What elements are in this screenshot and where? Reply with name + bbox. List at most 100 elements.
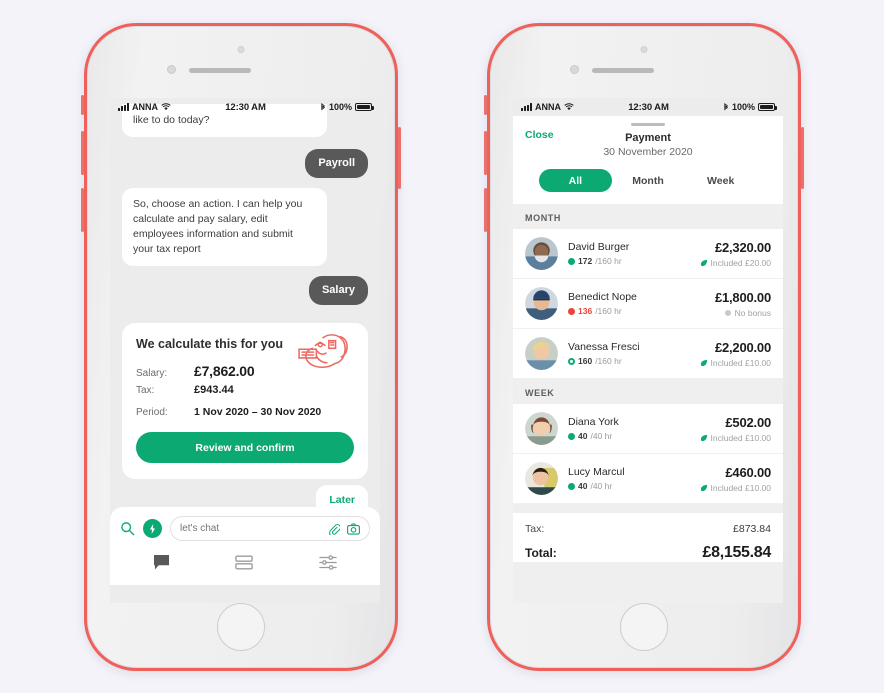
search-icon[interactable] — [120, 521, 135, 536]
status-bar-right: ANNA 12:30 AM 100% — [513, 98, 783, 116]
employee-bonus: Included £20.00 — [700, 257, 772, 268]
calc-value-tax: £943.44 — [194, 384, 234, 396]
home-button-right[interactable] — [620, 603, 668, 651]
employee-info: Vanessa Fresci 160 /160 hr — [568, 341, 690, 366]
employee-amount-block: £2,200.00 Included £10.00 — [700, 340, 772, 368]
employee-amount-block: £1,800.00 No bonus — [715, 290, 771, 318]
tax-label: Tax: — [525, 523, 545, 535]
phone-body-right: ANNA 12:30 AM 100% Close Payment 30 Nove… — [490, 26, 798, 668]
hours-worked: 136 — [578, 306, 593, 316]
segment-week[interactable]: Week — [684, 169, 757, 192]
chat-dock — [110, 507, 380, 585]
employee-hours: 172 /160 hr — [568, 256, 690, 266]
chat-row-user-2: Salary — [122, 276, 368, 315]
employee-info: Diana York 40 /40 hr — [568, 416, 690, 441]
employee-row[interactable]: Vanessa Fresci 160 /160 hr £2,200.00 Inc… — [513, 329, 783, 379]
paperclip-icon[interactable] — [328, 523, 340, 535]
employee-hours: 40 /40 hr — [568, 431, 690, 441]
mute-switch-right[interactable] — [484, 95, 487, 115]
signal-bars-icon — [118, 103, 129, 111]
bonus-label: Included £20.00 — [710, 257, 772, 268]
chat-input[interactable] — [180, 523, 321, 534]
battery-icon-right — [758, 103, 777, 111]
list-rows-icon — [235, 555, 254, 569]
employee-bonus: Included £10.00 — [700, 357, 772, 368]
employee-name: Vanessa Fresci — [568, 341, 640, 353]
avatar — [525, 287, 558, 320]
hours-status-icon — [568, 307, 575, 315]
front-camera-icon — [237, 46, 245, 53]
close-button[interactable]: Close — [525, 129, 554, 141]
employee-hours: 136 /160 hr — [568, 306, 705, 316]
leaf-icon — [700, 259, 707, 266]
employee-row[interactable]: David Burger 172 /160 hr £2,320.00 Inclu… — [513, 229, 783, 279]
employee-amount-block: £460.00 Included £10.00 — [700, 464, 771, 493]
front-camera-icon-right — [640, 46, 648, 53]
camera-icon[interactable] — [347, 522, 360, 535]
employee-amount: £502.00 — [725, 414, 771, 430]
tab-settings[interactable] — [319, 554, 337, 575]
screenshot-canvas: ANNA 12:30 AM 100% like to do today? Pay… — [0, 0, 884, 693]
volume-up-button[interactable] — [81, 131, 84, 175]
hours-total: /40 hr — [590, 431, 613, 441]
chat-input-wrapper[interactable] — [170, 516, 370, 541]
totals-section: Tax: £873.84 Total: £8,155.84 — [513, 513, 783, 562]
wifi-icon — [161, 103, 171, 111]
avatar — [525, 412, 558, 445]
hours-status-icon — [568, 357, 575, 365]
hours-total: /40 hr — [590, 481, 613, 491]
chat-scroll-area[interactable]: ANNA 12:30 AM 100% like to do today? Pay… — [110, 98, 380, 515]
segment-month[interactable]: Month — [612, 169, 685, 192]
leaf-icon — [700, 434, 707, 441]
bluetooth-icon-right — [724, 102, 729, 110]
employee-name: David Burger — [568, 241, 630, 253]
payment-sheet: Close Payment 30 November 2020 All Month… — [513, 116, 783, 603]
tab-list[interactable] — [235, 555, 254, 575]
employee-row[interactable]: Benedict Nope 136 /160 hr £1,800.00 No b… — [513, 279, 783, 329]
leaf-icon — [700, 359, 707, 366]
lightning-bolt-icon[interactable] — [143, 519, 162, 538]
signal-bars-icon-right — [521, 103, 532, 111]
status-time: 12:30 AM — [225, 101, 266, 113]
carrier-label-right: ANNA — [535, 102, 561, 112]
employee-amount: £2,320.00 — [714, 239, 771, 255]
hours-worked: 40 — [578, 431, 588, 441]
bluetooth-icon — [321, 102, 326, 110]
tab-chat[interactable] — [153, 554, 170, 575]
employee-amount-block: £502.00 Included £10.00 — [700, 414, 771, 443]
chat-input-row — [120, 516, 370, 541]
hours-worked: 40 — [578, 481, 588, 491]
home-button-left[interactable] — [217, 603, 265, 651]
battery-percent: 100% — [328, 102, 352, 112]
mute-switch[interactable] — [81, 95, 84, 115]
volume-down-button-right[interactable] — [484, 188, 487, 232]
employee-row[interactable]: Diana York 40 /40 hr £502.00 Included £1… — [513, 404, 783, 454]
wifi-icon-right — [564, 103, 574, 111]
chat-screen: ANNA 12:30 AM 100% like to do today? Pay… — [110, 98, 380, 585]
no-bonus-icon — [724, 309, 731, 316]
group-heading-month: MONTH — [525, 213, 561, 223]
calc-value-period: 1 Nov 2020 – 30 Nov 2020 — [194, 406, 322, 418]
battery-percent-right: 100% — [731, 102, 755, 112]
sheet-drag-handle[interactable] — [631, 123, 665, 126]
power-button[interactable] — [398, 127, 401, 189]
employee-row[interactable]: Lucy Marcul 40 /40 hr £460.00 Included £… — [513, 454, 783, 504]
calc-label-period: Period: — [136, 407, 168, 418]
power-button-right[interactable] — [801, 127, 804, 189]
volume-down-button[interactable] — [81, 188, 84, 232]
earpiece-speaker — [189, 68, 251, 73]
battery-icon — [355, 103, 374, 111]
group-heading-week: WEEK — [525, 388, 555, 398]
employee-amount: £460.00 — [725, 464, 771, 480]
calc-row-tax: Tax: £943.44 — [136, 384, 354, 396]
employee-info: Lucy Marcul 40 /40 hr — [568, 466, 690, 491]
segment-all[interactable]: All — [539, 169, 612, 192]
chat-bubble-user-payroll: Payroll — [305, 149, 368, 178]
bonus-label: Included £10.00 — [710, 357, 772, 368]
total-value: £8,155.84 — [702, 544, 772, 561]
volume-up-button-right[interactable] — [484, 131, 487, 175]
leaf-icon — [700, 484, 707, 491]
review-and-confirm-button[interactable]: Review and confirm — [136, 432, 354, 463]
employee-hours: 160 /160 hr — [568, 356, 690, 366]
calc-label-salary: Salary: — [136, 368, 168, 379]
